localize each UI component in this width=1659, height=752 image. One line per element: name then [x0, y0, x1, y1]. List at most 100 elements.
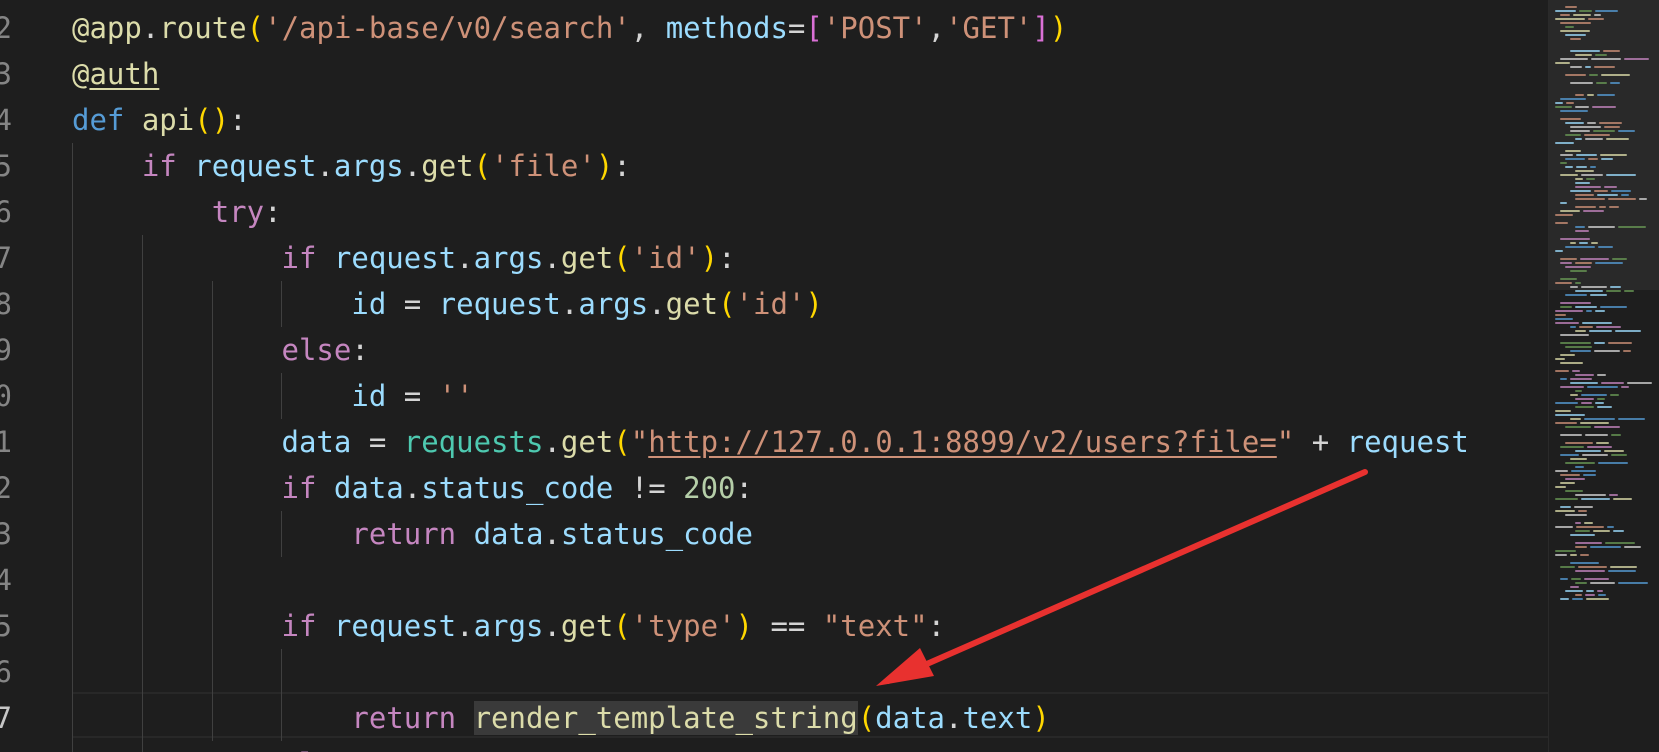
minimap-line — [1555, 318, 1573, 320]
code-line[interactable]: 1 data = requests.get("http://127.0.0.1:… — [0, 419, 1548, 465]
minimap-line — [1570, 534, 1595, 536]
line-number: 2 — [0, 471, 12, 505]
code-editor[interactable]: 2 @app.route('/api-base/v0/search', metho… — [0, 0, 1659, 752]
code-token: ) — [1032, 701, 1050, 735]
line-content: return render_template_string(data.text) — [72, 695, 1050, 741]
minimap-line — [1565, 426, 1591, 428]
minimap-line — [1610, 286, 1621, 288]
code-token: ) — [595, 149, 614, 183]
minimap-line — [1578, 566, 1607, 568]
minimap-line — [1560, 362, 1583, 364]
minimap-line — [1565, 74, 1586, 76]
minimap-line — [1570, 82, 1593, 84]
minimap-line — [1613, 498, 1632, 500]
minimap-line — [1580, 258, 1609, 260]
code-line[interactable]: 2 if data.status_code != 200: — [0, 465, 1548, 511]
line-number: 8 — [0, 287, 12, 321]
minimap-line — [1587, 386, 1618, 388]
code-token: http://127.0.0.1:8899/v2/users?file= — [648, 425, 1277, 459]
code-token: @ — [72, 11, 90, 45]
minimap-line — [1590, 294, 1607, 296]
line-number: 5 — [0, 149, 12, 183]
minimap-line — [1586, 178, 1595, 180]
minimap-line — [1624, 290, 1634, 292]
minimap-line — [1610, 566, 1637, 568]
minimap-line — [1581, 286, 1607, 288]
code-token: if — [281, 241, 334, 275]
code-token: def — [72, 103, 142, 137]
code-token: ) — [735, 609, 753, 643]
minimap-line — [1595, 262, 1623, 264]
code-line[interactable]: 6 — [0, 649, 1548, 695]
minimap-line — [1560, 98, 1586, 100]
code-token: get — [421, 149, 474, 183]
minimap-line — [1555, 222, 1568, 224]
minimap-line — [1597, 590, 1603, 592]
minimap-line — [1582, 454, 1608, 456]
code-token: if — [281, 471, 334, 505]
code-token: + — [1294, 425, 1347, 459]
line-content: try: — [72, 189, 282, 235]
code-line[interactable]: 8 id = request.args.get('id') — [0, 281, 1548, 327]
line-content: if request.args.get('id'): — [72, 235, 736, 281]
line-content: if data.status_code != 200: — [72, 465, 753, 511]
code-line[interactable]: 5 if request.args.get('file'): — [0, 143, 1548, 189]
code-line[interactable]: 3 return data.status_code — [0, 511, 1548, 557]
code-line[interactable]: 3 @auth — [0, 51, 1548, 97]
minimap-line — [1555, 550, 1576, 552]
minimap-line — [1575, 282, 1581, 284]
minimap-line — [1575, 594, 1582, 596]
code-line[interactable]: 0 id = '' — [0, 373, 1548, 419]
code-token: : — [613, 149, 631, 183]
minimap-line — [1575, 374, 1594, 376]
line-number: 3 — [0, 57, 12, 91]
code-line[interactable]: 4 — [0, 557, 1548, 603]
code-token: 'id' — [735, 287, 806, 321]
minimap[interactable] — [1548, 0, 1659, 752]
code-line[interactable]: 9 else: — [0, 327, 1548, 373]
minimap-line — [1570, 418, 1581, 420]
minimap-line — [1560, 454, 1579, 456]
minimap-line — [1584, 522, 1593, 524]
code-line[interactable]: 6 try: — [0, 189, 1548, 235]
code-token: @ — [72, 57, 90, 91]
code-line[interactable]: 7 if request.args.get('id'): — [0, 235, 1548, 281]
code-line[interactable]: 5 if request.args.get('type') == "text": — [0, 603, 1548, 649]
minimap-line — [1555, 142, 1574, 144]
minimap-line — [1555, 62, 1570, 64]
minimap-line — [1555, 102, 1563, 104]
minimap-line — [1597, 398, 1605, 400]
code-line[interactable]: 7 return render_template_string(data.tex… — [0, 695, 1548, 741]
minimap-line — [1581, 174, 1603, 176]
minimap-line — [1586, 310, 1592, 312]
code-token: . — [403, 471, 422, 505]
minimap-line — [1618, 130, 1635, 132]
code-line[interactable]: 8 el — [0, 741, 1548, 752]
minimap-line — [1560, 30, 1590, 32]
minimap-line — [1575, 178, 1583, 180]
minimap-line — [1592, 106, 1616, 108]
minimap-line — [1555, 10, 1576, 12]
code-token: status_code — [560, 517, 753, 551]
code-line[interactable]: 2 @app.route('/api-base/v0/search', metho… — [0, 5, 1548, 51]
code-token: ( — [473, 149, 492, 183]
code-token: args — [333, 149, 404, 183]
code-area[interactable]: 2 @app.route('/api-base/v0/search', metho… — [0, 0, 1548, 752]
minimap-line — [1595, 54, 1607, 56]
minimap-line — [1612, 258, 1627, 260]
minimap-line — [1584, 578, 1609, 580]
minimap-line — [1575, 230, 1589, 232]
minimap-line — [1560, 578, 1568, 580]
code-token: request — [438, 287, 561, 321]
code-token: " — [630, 425, 649, 459]
minimap-line — [1570, 586, 1579, 588]
code-line[interactable]: 4 def api(): — [0, 97, 1548, 143]
minimap-line — [1586, 598, 1609, 600]
minimap-line — [1576, 166, 1587, 168]
minimap-line — [1555, 358, 1565, 360]
